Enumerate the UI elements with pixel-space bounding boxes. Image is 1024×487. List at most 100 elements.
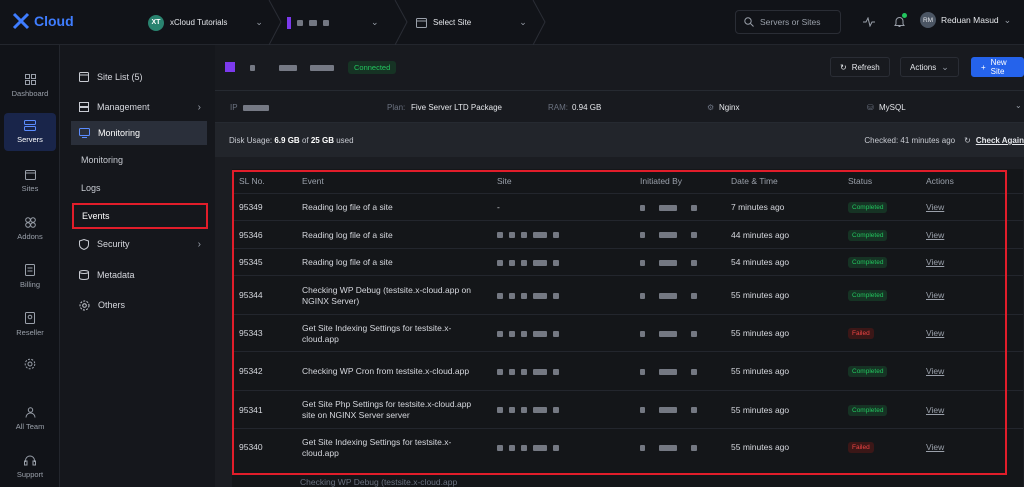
site-name bbox=[497, 249, 617, 276]
redacted-text bbox=[497, 292, 503, 299]
view-link-text[interactable]: View bbox=[926, 366, 944, 377]
view-link: View bbox=[926, 194, 966, 221]
sidebar-subitem-monitoring[interactable]: Monitoring bbox=[71, 148, 207, 172]
redacted-text bbox=[533, 368, 547, 375]
actions-dropdown[interactable]: Actions ⌄ bbox=[900, 57, 959, 77]
status-badge: Completed bbox=[848, 276, 908, 315]
table-row[interactable]: 95346 Reading log file of a site 44 minute… bbox=[232, 220, 1023, 248]
sidebar-item-label: Site List (5) bbox=[97, 72, 143, 82]
plus-icon: + bbox=[981, 62, 986, 72]
sidebar-item-security[interactable]: Security › bbox=[71, 232, 207, 256]
server-switcher[interactable]: ⌄ bbox=[287, 0, 379, 45]
redacted-text bbox=[553, 368, 559, 375]
redacted-text bbox=[659, 330, 677, 337]
table-row[interactable]: 95340 Get Site Indexing Settings for test… bbox=[232, 428, 1023, 465]
team-switcher[interactable]: XT xCloud Tutorials ⌄ bbox=[148, 0, 263, 45]
sidebar-item-site-list[interactable]: Site List (5) bbox=[71, 65, 207, 89]
redacted-text bbox=[691, 368, 697, 375]
refresh-button[interactable]: ↻ Refresh bbox=[830, 57, 890, 77]
redacted-text bbox=[553, 330, 559, 337]
reseller-icon bbox=[25, 311, 35, 324]
redacted-text bbox=[553, 292, 559, 299]
table-row[interactable]: 95341 Get Site Php Settings for testsite.… bbox=[232, 390, 1023, 428]
status-badge-text: Failed bbox=[848, 328, 874, 339]
initiated-by bbox=[640, 221, 720, 249]
view-link-text[interactable]: View bbox=[926, 290, 944, 301]
date-time-text: 55 minutes ago bbox=[731, 442, 790, 452]
ip-label: IP bbox=[230, 103, 238, 112]
table-row[interactable]: 95345 Reading log file of a site 54 minute… bbox=[232, 248, 1023, 275]
browser-icon bbox=[24, 169, 36, 180]
redacted-text bbox=[509, 292, 515, 299]
site-switcher[interactable]: Select Site ⌄ bbox=[416, 0, 527, 45]
date-time: 55 minutes ago bbox=[731, 391, 831, 429]
status-badge-text: Failed bbox=[848, 442, 874, 453]
table-row[interactable]: 95343 Get Site Indexing Settings for test… bbox=[232, 314, 1023, 351]
bell-icon[interactable] bbox=[890, 13, 908, 31]
status-badge: Completed bbox=[848, 391, 908, 429]
redacted-text bbox=[553, 407, 559, 413]
view-link-text[interactable]: View bbox=[926, 202, 944, 213]
redacted-text bbox=[323, 19, 329, 26]
table-row[interactable]: 95344 Checking WP Debug (testsite.x-cloud… bbox=[232, 275, 1023, 314]
chevron-down-icon[interactable]: ⌄ bbox=[1015, 101, 1022, 110]
date-time-text: 55 minutes ago bbox=[731, 404, 790, 415]
site-name bbox=[497, 429, 617, 466]
user-name: Reduan Masud bbox=[941, 15, 999, 25]
server-header: Connected ↻ Refresh Actions ⌄ + New Site bbox=[215, 45, 1024, 91]
partial-row-event: Checking WP Debug (testsite.x-cloud.app bbox=[300, 477, 458, 487]
initiated-by bbox=[640, 249, 720, 276]
sidebar-item-management[interactable]: Management › bbox=[71, 95, 207, 119]
rail-item-dashboard[interactable]: Dashboard bbox=[4, 67, 56, 105]
rail-item-addons[interactable]: Addons bbox=[4, 210, 56, 248]
rail-item-settings[interactable] bbox=[4, 345, 56, 383]
breadcrumb-separator bbox=[394, 0, 408, 45]
sidebar-item-metadata[interactable]: Metadata bbox=[71, 263, 207, 287]
rail-item-sites[interactable]: Sites bbox=[4, 162, 56, 200]
rail-item-servers[interactable]: Servers bbox=[4, 113, 56, 151]
database-value: MySQL bbox=[879, 103, 906, 112]
rail-item-billing[interactable]: Billing bbox=[4, 257, 56, 295]
redacted-text bbox=[691, 330, 697, 337]
redacted-text bbox=[553, 444, 559, 451]
redacted-text bbox=[509, 407, 515, 413]
redacted-text bbox=[533, 444, 547, 451]
search-input[interactable]: Servers or Sites bbox=[735, 10, 841, 34]
rail-label: Support bbox=[16, 470, 44, 479]
sidebar-subitem-logs[interactable]: Logs bbox=[71, 176, 207, 200]
view-link-text[interactable]: View bbox=[926, 328, 944, 339]
event-name: Reading log file of a site bbox=[302, 249, 482, 276]
sidebar-item-others[interactable]: Others bbox=[71, 293, 207, 317]
date-time: 54 minutes ago bbox=[731, 249, 831, 276]
server-icon: ⚙ bbox=[707, 103, 715, 112]
sidebar-subitem-events[interactable]: Events bbox=[72, 203, 208, 229]
redacted-text bbox=[509, 444, 515, 451]
view-link-text[interactable]: View bbox=[926, 230, 944, 241]
sidebar-item-monitoring[interactable]: Monitoring bbox=[71, 121, 207, 145]
status-badge: Completed bbox=[848, 194, 908, 221]
billing-icon bbox=[25, 263, 35, 276]
view-link-text[interactable]: View bbox=[926, 405, 944, 416]
rail-item-reseller[interactable]: Reseller bbox=[4, 305, 56, 343]
redacted-text bbox=[691, 292, 697, 299]
view-link-text[interactable]: View bbox=[926, 442, 944, 453]
table-row[interactable]: 95342 Checking WP Cron from testsite.x-cl… bbox=[232, 351, 1023, 390]
new-site-button[interactable]: + New Site bbox=[971, 57, 1024, 77]
view-link: View bbox=[926, 249, 966, 276]
rail-item-all-team[interactable]: All Team bbox=[4, 400, 56, 438]
activity-icon[interactable] bbox=[860, 13, 878, 31]
site-name: - bbox=[497, 194, 617, 221]
status-badge-text: Completed bbox=[848, 290, 888, 301]
sl-number: 95345 bbox=[239, 249, 289, 276]
xcloud-logo[interactable]: Cloud bbox=[12, 12, 74, 30]
rail-item-support[interactable]: Support bbox=[4, 448, 56, 486]
redacted-text bbox=[521, 292, 527, 299]
redacted-text bbox=[640, 368, 645, 375]
user-menu[interactable]: RM Reduan Masud ⌄ bbox=[920, 12, 1011, 28]
view-link-text[interactable]: View bbox=[926, 257, 944, 268]
sl-number-text: 95343 bbox=[239, 328, 263, 338]
redacted-text bbox=[521, 407, 527, 413]
site-name bbox=[497, 391, 617, 429]
table-row[interactable]: 95349 Reading log file of a site - 7 minute… bbox=[232, 193, 1023, 220]
check-again-link[interactable]: Check Again bbox=[976, 136, 1024, 145]
